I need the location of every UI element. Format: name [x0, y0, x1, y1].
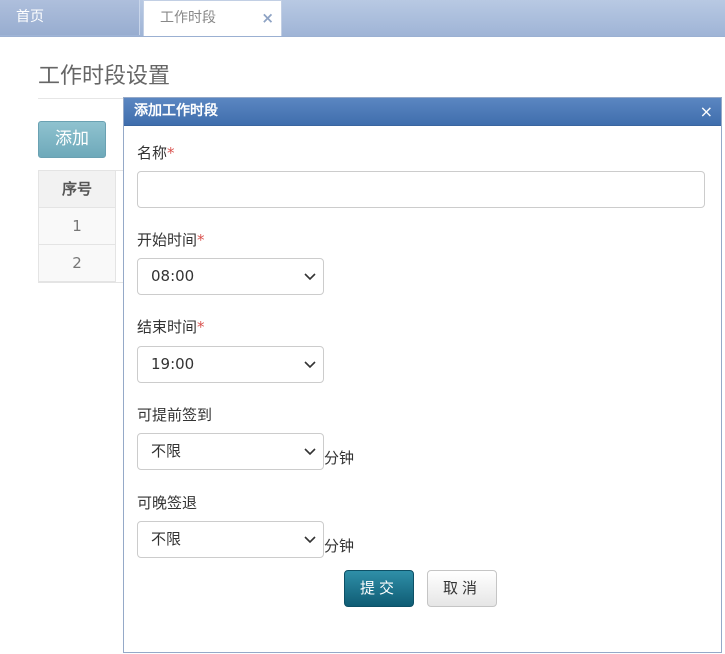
- periods-table: 序号 1 2: [38, 170, 129, 283]
- end-time-select[interactable]: 19:00: [137, 346, 324, 383]
- start-time-select[interactable]: 08:00: [137, 258, 324, 295]
- required-mark: *: [197, 318, 205, 336]
- divider: [38, 98, 128, 99]
- column-divider: [115, 171, 116, 282]
- chevron-down-icon: [304, 536, 316, 544]
- required-mark: *: [197, 231, 205, 249]
- submit-button[interactable]: 提交: [344, 570, 414, 607]
- table-row[interactable]: 1: [39, 208, 115, 245]
- end-time-label: 结束时间*: [137, 316, 205, 337]
- tab-home-label: 首页: [16, 9, 44, 25]
- dialog-title: 添加工作时段: [134, 103, 218, 119]
- required-mark: *: [167, 144, 175, 162]
- table-row[interactable]: 2: [39, 245, 115, 282]
- tab-home[interactable]: 首页: [0, 0, 140, 35]
- name-input[interactable]: [137, 171, 705, 208]
- start-time-label: 开始时间*: [137, 229, 205, 250]
- early-checkin-unit: 分钟: [324, 449, 355, 467]
- name-label-text: 名称: [137, 144, 168, 162]
- name-label: 名称*: [137, 142, 175, 163]
- end-time-label-text: 结束时间: [137, 318, 198, 336]
- add-button[interactable]: 添加: [38, 121, 106, 158]
- late-checkout-label: 可晚签退: [137, 494, 198, 512]
- late-checkout-unit: 分钟: [324, 537, 355, 555]
- early-checkin-label: 可提前签到: [137, 406, 213, 424]
- cancel-button[interactable]: 取消: [427, 570, 497, 607]
- late-checkout-value: 不限: [151, 530, 182, 548]
- late-checkout-select[interactable]: 不限: [137, 521, 324, 558]
- tab-bar: 首页 工作时段 ×: [0, 0, 725, 37]
- tab-work-periods[interactable]: 工作时段 ×: [143, 0, 282, 36]
- tab-close-icon[interactable]: ×: [261, 1, 274, 35]
- dialog-header: 添加工作时段 ×: [124, 98, 721, 126]
- early-checkin-select[interactable]: 不限: [137, 433, 324, 470]
- start-time-label-text: 开始时间: [137, 231, 198, 249]
- add-work-period-dialog: 添加工作时段 × 名称* 开始时间* 08:00 结束时间* 19:00 可提前…: [123, 97, 722, 653]
- chevron-down-icon: [304, 448, 316, 456]
- start-time-value: 08:00: [151, 267, 195, 285]
- chevron-down-icon: [304, 361, 316, 369]
- close-icon[interactable]: ×: [700, 98, 713, 125]
- early-checkin-value: 不限: [151, 442, 182, 460]
- chevron-down-icon: [304, 273, 316, 281]
- column-header-index: 序号: [39, 171, 115, 208]
- end-time-value: 19:00: [151, 355, 195, 373]
- page-title: 工作时段设置: [38, 64, 171, 89]
- tab-work-periods-label: 工作时段: [160, 10, 216, 26]
